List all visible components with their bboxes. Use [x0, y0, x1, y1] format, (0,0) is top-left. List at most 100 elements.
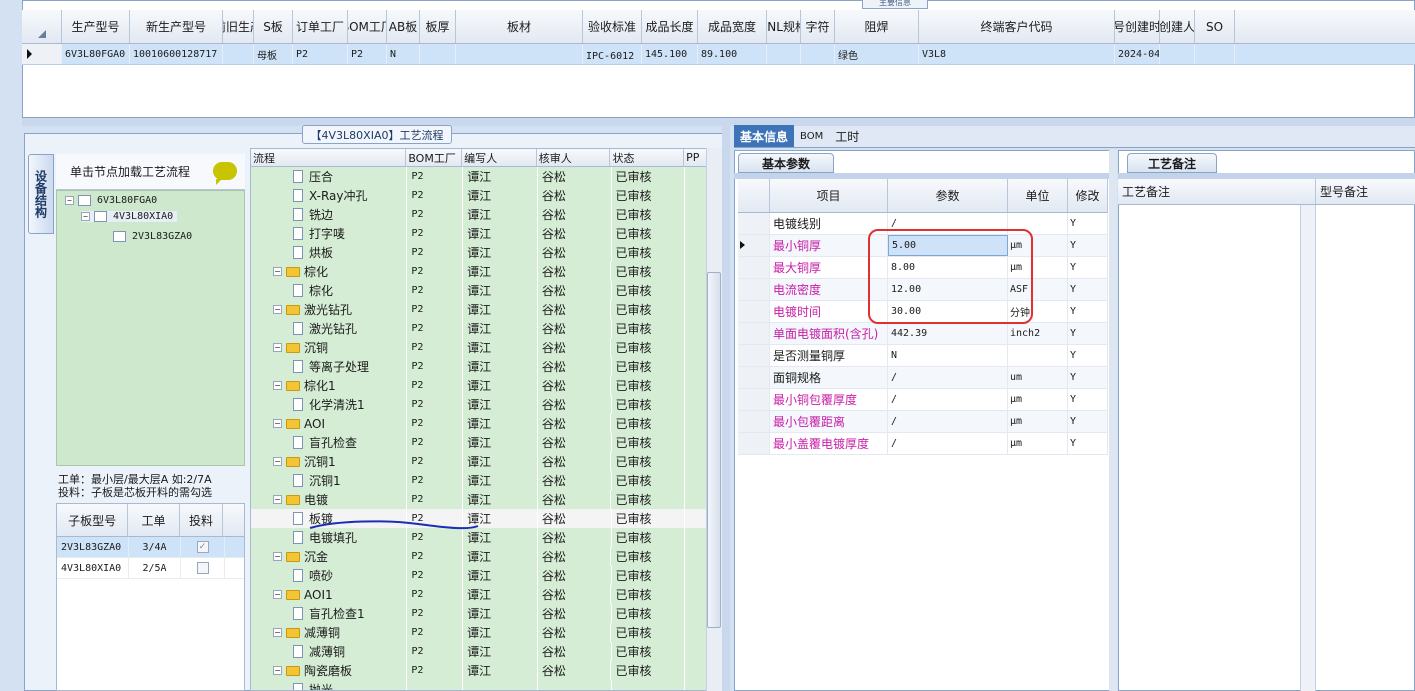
collapse-icon[interactable]: − [273, 628, 282, 637]
table-row[interactable]: 压合 P2 谭江 谷松 已审核 [251, 167, 721, 186]
table-cell[interactable]: 89.100 [698, 44, 767, 64]
vertical-splitter[interactable] [722, 126, 730, 691]
col-header[interactable]: 终端客户代码 [919, 10, 1115, 43]
table-cell[interactable] [223, 44, 254, 64]
col-feed[interactable]: 投料 [180, 504, 224, 536]
col-flow[interactable]: 流程 [251, 149, 407, 166]
table-row[interactable]: 最小铜包覆厚度 / μm Y [738, 389, 1108, 411]
col-param[interactable]: 参数 [888, 179, 1008, 212]
col-unit[interactable]: 单位 [1008, 179, 1068, 212]
table-row[interactable]: 减薄铜 P2 谭江 谷松 已审核 [251, 642, 721, 661]
table-row[interactable]: 打字唛 P2 谭江 谷松 已审核 [251, 224, 721, 243]
table-cell[interactable]: P2 [293, 44, 348, 64]
param-value[interactable]: / [888, 389, 1008, 410]
tab-work-hours[interactable]: 工时 [829, 125, 865, 147]
collapse-icon[interactable]: − [273, 381, 282, 390]
table-row[interactable]: 最小盖覆电镀厚度 / μm Y [738, 433, 1108, 455]
table-row[interactable]: 化学清洗1 P2 谭江 谷松 已审核 [251, 395, 721, 414]
load-flow-button[interactable]: 单击节点加载工艺流程 [56, 154, 245, 190]
table-row[interactable]: 是否测量铜厚 N Y [738, 345, 1108, 367]
col-header[interactable]: PNL规格 [767, 10, 801, 43]
table-row[interactable]: − 激光钻孔 P2 谭江 谷松 已审核 [251, 300, 721, 319]
table-cell[interactable] [801, 44, 835, 64]
table-cell[interactable]: 6V3L80FGA0 [62, 44, 130, 64]
collapse-icon[interactable]: − [273, 343, 282, 352]
col-item[interactable]: 项目 [770, 179, 888, 212]
table-cell[interactable]: 母板 [254, 44, 293, 64]
table-cell[interactable]: IPC-6012 II级 [583, 44, 642, 64]
table-row[interactable]: − 沉铜 P2 谭江 谷松 已审核 [251, 338, 721, 357]
table-cell[interactable]: V3L8 [919, 44, 1115, 64]
table-row[interactable]: 最小包覆距离 / μm Y [738, 411, 1108, 433]
col-header[interactable]: SO [1195, 10, 1235, 43]
table-row[interactable]: − 减薄铜 P2 谭江 谷松 已审核 [251, 623, 721, 642]
tab-bom[interactable]: BOM [794, 125, 829, 147]
table-row[interactable]: − 沉铜1 P2 谭江 谷松 已审核 [251, 452, 721, 471]
param-value[interactable]: N [888, 345, 1008, 366]
collapse-icon[interactable]: − [273, 457, 282, 466]
collapse-icon[interactable]: − [65, 196, 74, 205]
collapse-icon[interactable]: − [273, 419, 282, 428]
col-process-notes[interactable]: 工艺备注 [1118, 179, 1316, 204]
col-header[interactable]: 阻焊 [835, 10, 919, 43]
table-row[interactable]: 2V3L83GZA0 3/4A ✓ [57, 537, 244, 558]
col-header[interactable]: 验收标准 [583, 10, 642, 43]
table-row[interactable]: − 沉金 P2 谭江 谷松 已审核 [251, 547, 721, 566]
table-cell[interactable]: P2 [348, 44, 387, 64]
table-cell[interactable] [1160, 44, 1195, 64]
col-header[interactable]: 字符 [801, 10, 835, 43]
param-value[interactable]: / [888, 411, 1008, 432]
table-cell[interactable] [420, 44, 456, 64]
table-cell[interactable]: N [387, 44, 420, 64]
col-model-notes[interactable]: 型号备注 [1316, 179, 1415, 204]
horizontal-splitter[interactable] [22, 118, 1415, 126]
col-writer[interactable]: 编写人 [462, 149, 537, 166]
col-header[interactable]: 升级前旧生产型号 [223, 10, 254, 43]
col-header[interactable]: S板 [254, 10, 293, 43]
table-row[interactable]: 棕化 P2 谭江 谷松 已审核 [251, 281, 721, 300]
tree-node-root[interactable]: − 6V3L80FGA0 [65, 195, 157, 206]
col-bom-factory[interactable]: BOM工厂 [406, 149, 463, 166]
table-row[interactable]: − 棕化 P2 谭江 谷松 已审核 [251, 262, 721, 281]
col-order[interactable]: 工单 [128, 504, 180, 536]
param-value[interactable]: 442.39 [888, 323, 1008, 344]
table-row[interactable]: 等离子处理 P2 谭江 谷松 已审核 [251, 357, 721, 376]
table-cell[interactable] [1195, 44, 1235, 64]
table-row[interactable]: 沉铜1 P2 谭江 谷松 已审核 [251, 471, 721, 490]
col-sub-model[interactable]: 子板型号 [57, 504, 129, 536]
table-row[interactable]: 喷砂 P2 谭江 谷松 已审核 [251, 566, 721, 585]
table-row[interactable]: 单面电镀面积(含孔) 442.39 inch2 Y [738, 323, 1108, 345]
table-row[interactable]: 抛光 [251, 680, 721, 690]
table-row[interactable]: 面铜规格 / um Y [738, 367, 1108, 389]
col-header[interactable]: 板厚 [420, 10, 456, 43]
tab-basic-info[interactable]: 基本信息 [734, 125, 795, 147]
col-header[interactable]: 板材 [456, 10, 583, 43]
flow-scroll-thumb[interactable] [707, 272, 721, 628]
collapse-icon[interactable]: − [273, 590, 282, 599]
table-row[interactable]: 4V3L80XIA0 2/5A [57, 558, 244, 579]
table-row[interactable]: − 棕化1 P2 谭江 谷松 已审核 [251, 376, 721, 395]
table-cell[interactable] [767, 44, 801, 64]
table-row[interactable]: 6V3L80FGA0 10010600128717 母板 P2 P2 N IPC-6012 … [22, 44, 1415, 65]
col-header[interactable]: AB板 [387, 10, 420, 43]
table-row[interactable]: − 电镀 P2 谭江 谷松 已审核 [251, 490, 721, 509]
col-modify[interactable]: 修改 [1068, 179, 1108, 212]
col-header[interactable]: 型号创建时间 [1115, 10, 1160, 43]
param-value[interactable]: / [888, 433, 1008, 454]
table-row[interactable]: 盲孔检查 P2 谭江 谷松 已审核 [251, 433, 721, 452]
collapse-icon[interactable]: − [273, 305, 282, 314]
tree-node-leaf[interactable]: 2V3L83GZA0 [113, 231, 192, 242]
col-status[interactable]: 状态 [610, 149, 685, 166]
param-value[interactable]: / [888, 367, 1008, 388]
table-cell[interactable]: 145.100 [642, 44, 698, 64]
collapse-icon[interactable]: − [81, 212, 90, 221]
col-header[interactable]: 新生产型号 [130, 10, 223, 43]
collapse-icon[interactable]: − [273, 666, 282, 675]
table-cell[interactable]: 10010600128717 [130, 44, 223, 64]
col-reviewer[interactable]: 核审人 [537, 149, 611, 166]
col-header[interactable]: 成品宽度 [698, 10, 767, 43]
table-row[interactable]: X-Ray冲孔 P2 谭江 谷松 已审核 [251, 186, 721, 205]
notes-scrollbar[interactable] [1300, 205, 1316, 691]
table-row[interactable]: − AOI P2 谭江 谷松 已审核 [251, 414, 721, 433]
col-header[interactable]: 订单工厂 [293, 10, 348, 43]
